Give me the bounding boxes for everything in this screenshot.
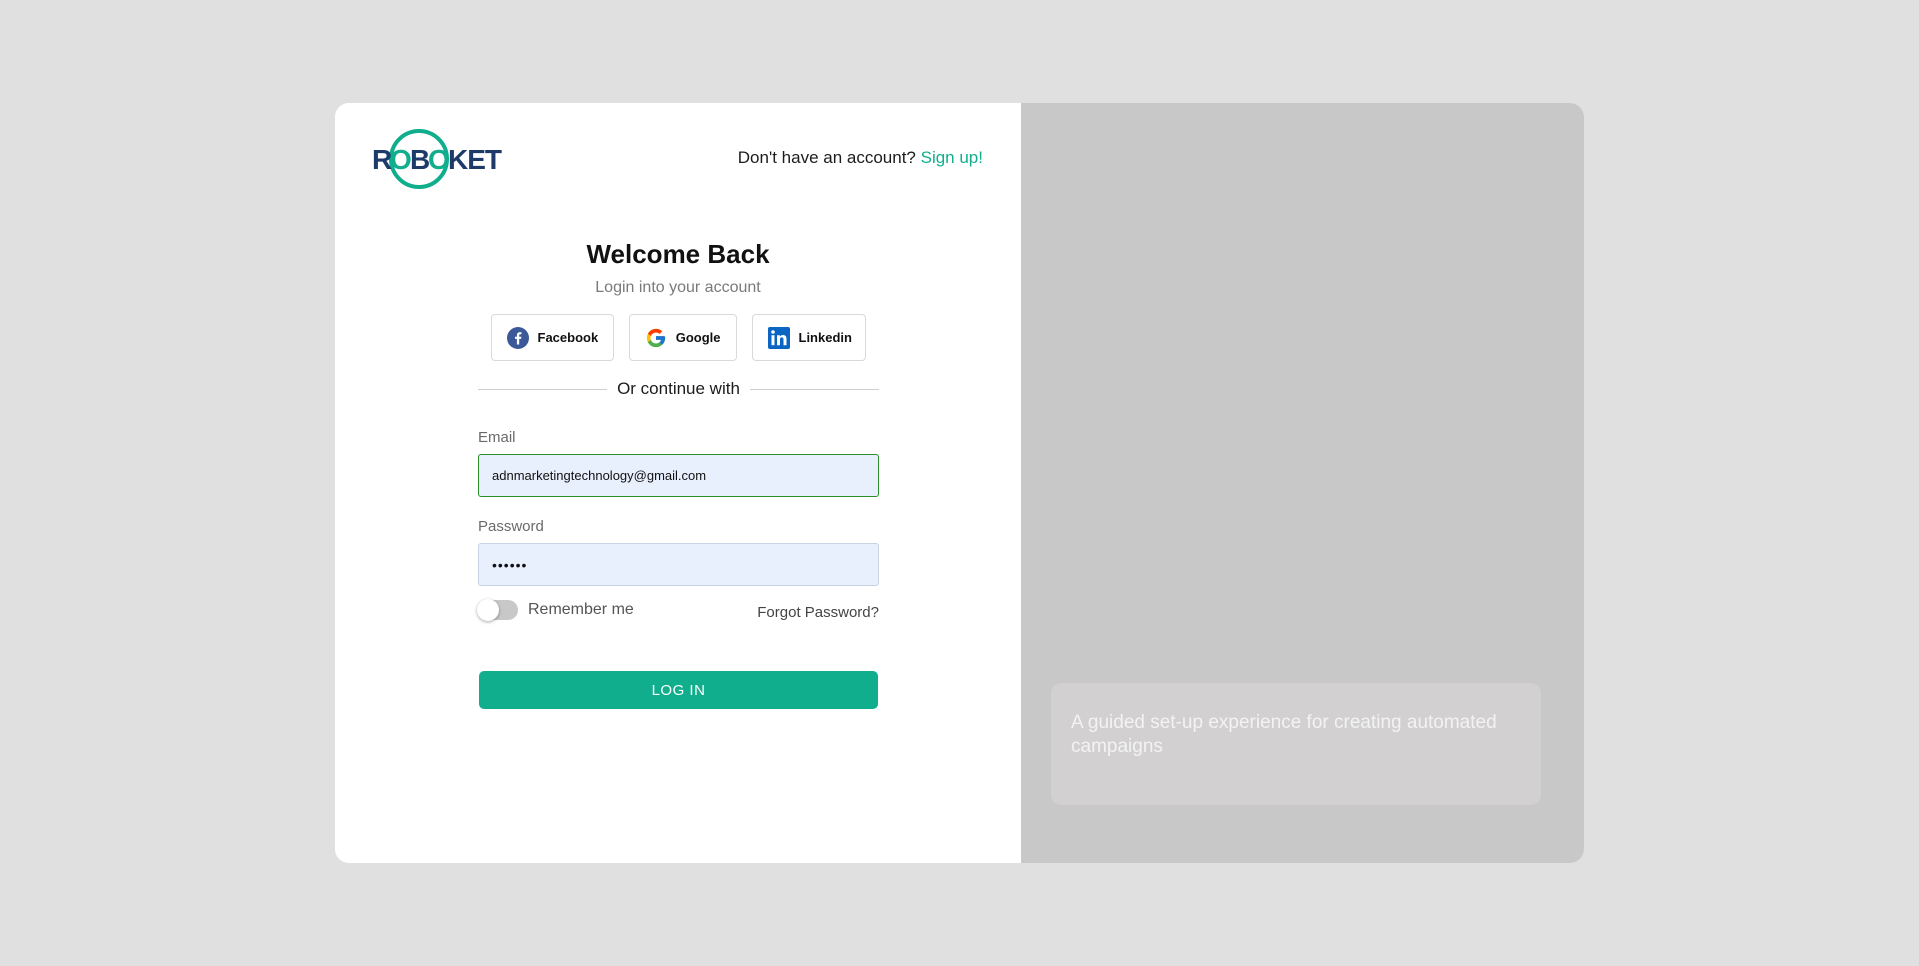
promo-card: A guided set-up experience for creating … [1051, 683, 1541, 805]
linkedin-login-button[interactable]: Linkedin [751, 314, 866, 361]
facebook-label: Facebook [537, 330, 599, 345]
divider-line-right [749, 388, 879, 390]
google-label: Google [675, 330, 721, 345]
facebook-login-button[interactable]: Facebook [490, 314, 614, 361]
page-title: Welcome Back [586, 239, 770, 269]
linkedin-icon [767, 326, 790, 349]
promo-text: A guided set-up experience for creating … [1071, 712, 1497, 757]
divider-text: Or continue with [617, 379, 740, 398]
page-subtitle: Login into your account [595, 279, 761, 296]
social-login-row: Facebook Google Linkedin [335, 314, 1021, 361]
remember-me-toggle[interactable]: Remember me [477, 599, 634, 621]
signup-prompt: Don't have an account? Sign up! [738, 148, 983, 168]
divider-line-left [478, 388, 608, 390]
svg-text:R: R [372, 144, 392, 175]
google-icon [645, 326, 667, 349]
svg-text:KET: KET [448, 144, 502, 175]
promo-panel: A guided set-up experience for creating … [1021, 103, 1584, 863]
facebook-icon [506, 326, 529, 349]
login-button[interactable]: LOG IN [479, 671, 878, 709]
linkedin-label: Linkedin [798, 330, 852, 345]
signup-prompt-text: Don't have an account? [737, 148, 916, 167]
svg-text:O: O [428, 144, 449, 175]
remember-me-label: Remember me [528, 601, 634, 618]
forgot-password-link[interactable]: Forgot Password? [757, 604, 879, 621]
login-card: R O B O KET Don't have an account? Sign … [335, 103, 1584, 863]
signup-link[interactable]: Sign up! [921, 148, 983, 167]
password-field[interactable] [478, 543, 879, 586]
google-login-button[interactable]: Google [628, 314, 737, 361]
toggle-knob [477, 599, 499, 621]
toggle-switch[interactable] [477, 599, 518, 621]
svg-text:B: B [410, 144, 429, 175]
or-divider: Or continue with [478, 379, 879, 399]
roboket-logo[interactable]: R O B O KET [372, 128, 502, 190]
login-panel: R O B O KET Don't have an account? Sign … [335, 103, 1021, 863]
email-label: Email [478, 429, 516, 446]
svg-text:O: O [390, 144, 411, 175]
email-field[interactable] [478, 454, 879, 497]
password-label: Password [478, 518, 544, 535]
